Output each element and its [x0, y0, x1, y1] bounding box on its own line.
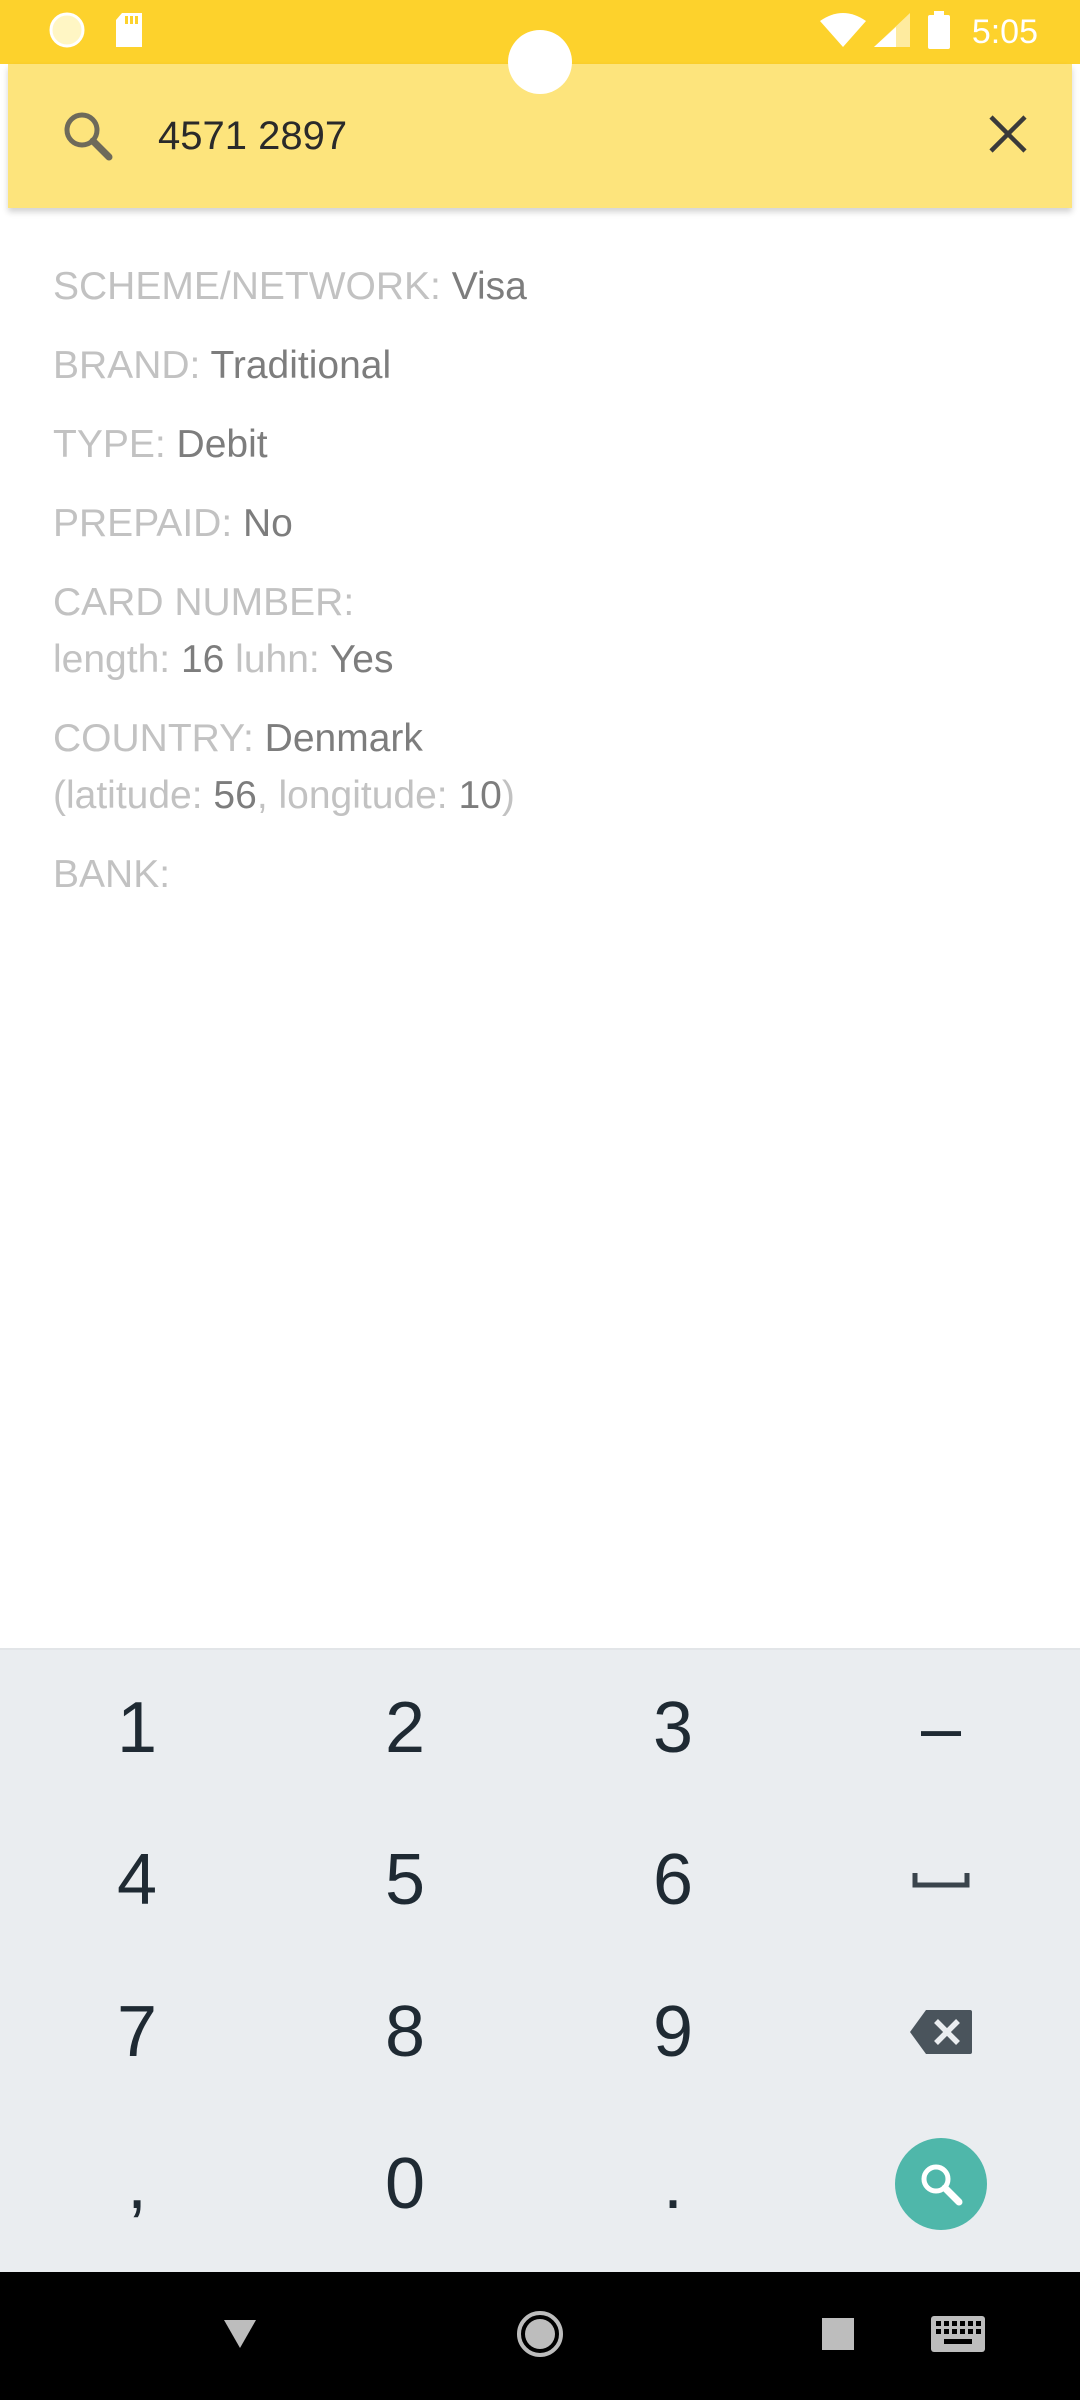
cell-signal-icon: [873, 12, 910, 52]
country-row: COUNTRY: Denmark (latitude: 56, longitud…: [53, 710, 527, 824]
latitude-value: 56: [213, 774, 257, 817]
wifi-icon: [819, 12, 866, 52]
key-comma[interactable]: ,: [2, 2108, 272, 2260]
backspace-icon: [908, 2008, 974, 2056]
country-value: Denmark: [264, 717, 423, 760]
close-paren: ): [501, 774, 515, 817]
prepaid-label: PREPAID:: [53, 502, 243, 545]
keyboard-icon: [931, 2315, 985, 2357]
bank-label: BANK:: [53, 853, 171, 896]
length-value: 16: [180, 638, 225, 681]
recents-button[interactable]: [798, 2272, 878, 2400]
scheme-value: Visa: [451, 265, 527, 308]
recents-icon: [822, 2317, 854, 2355]
key-2[interactable]: 2: [270, 1652, 540, 1804]
search-key-icon: [895, 2138, 987, 2230]
numeric-keypad: 1 2 3 – 4 5 6 7 8 9 , 0 .: [0, 1648, 1080, 2272]
length-label: length:: [53, 638, 181, 681]
touch-indicator: [508, 30, 572, 94]
prepaid-value: No: [243, 502, 293, 545]
brand-label: BRAND:: [53, 344, 211, 387]
key-9[interactable]: 9: [538, 1956, 808, 2108]
key-6[interactable]: 6: [538, 1804, 808, 1956]
bank-row: BANK:: [53, 846, 527, 903]
battery-icon: [927, 10, 950, 54]
home-icon: [516, 2310, 564, 2363]
key-5[interactable]: 5: [270, 1804, 540, 1956]
key-7[interactable]: 7: [2, 1956, 272, 2108]
key-period[interactable]: .: [538, 2108, 808, 2260]
scheme-label: SCHEME/NETWORK:: [53, 265, 452, 308]
status-time: 5:05: [971, 12, 1038, 51]
scheme-row: SCHEME/NETWORK: Visa: [53, 258, 527, 315]
type-row: TYPE: Debit: [53, 416, 527, 473]
sd-card-icon: [114, 11, 144, 54]
back-icon: [222, 2318, 258, 2355]
key-0[interactable]: 0: [270, 2108, 540, 2260]
search-key[interactable]: [806, 2108, 1076, 2260]
keyboard-switch-button[interactable]: [918, 2272, 998, 2400]
space-key[interactable]: [806, 1804, 1076, 1956]
navigation-bar: [0, 2272, 1080, 2400]
card-number-row: CARD NUMBER: length: 16 luhn: Yes: [53, 574, 527, 688]
card-number-label: CARD NUMBER:: [53, 581, 355, 624]
luhn-value: Yes: [329, 638, 394, 681]
type-label: TYPE:: [53, 423, 177, 466]
card-info: SCHEME/NETWORK: Visa BRAND: Traditional …: [53, 258, 527, 925]
search-icon[interactable]: [58, 106, 118, 166]
circle-notification-icon: [48, 11, 86, 54]
country-label: COUNTRY:: [53, 717, 265, 760]
prepaid-row: PREPAID: No: [53, 495, 527, 552]
back-button[interactable]: [200, 2272, 280, 2400]
type-value: Debit: [176, 423, 268, 466]
space-key-icon: [912, 1870, 970, 1890]
backspace-key[interactable]: [806, 1956, 1076, 2108]
longitude-value: 10: [458, 774, 502, 817]
key-3[interactable]: 3: [538, 1652, 808, 1804]
brand-row: BRAND: Traditional: [53, 337, 527, 394]
brand-value: Traditional: [210, 344, 392, 387]
key-dash[interactable]: –: [806, 1652, 1076, 1804]
status-left-icons: [48, 12, 144, 52]
key-8[interactable]: 8: [270, 1956, 540, 2108]
luhn-label: luhn:: [224, 638, 330, 681]
latitude-label: (latitude:: [53, 774, 214, 817]
close-icon[interactable]: [978, 104, 1038, 164]
key-4[interactable]: 4: [2, 1804, 272, 1956]
key-1[interactable]: 1: [2, 1652, 272, 1804]
search-input[interactable]: 4571 2897: [158, 108, 347, 164]
home-button[interactable]: [500, 2272, 580, 2400]
longitude-label: , longitude:: [256, 774, 459, 817]
status-right-icons: 5:05: [819, 0, 1080, 64]
